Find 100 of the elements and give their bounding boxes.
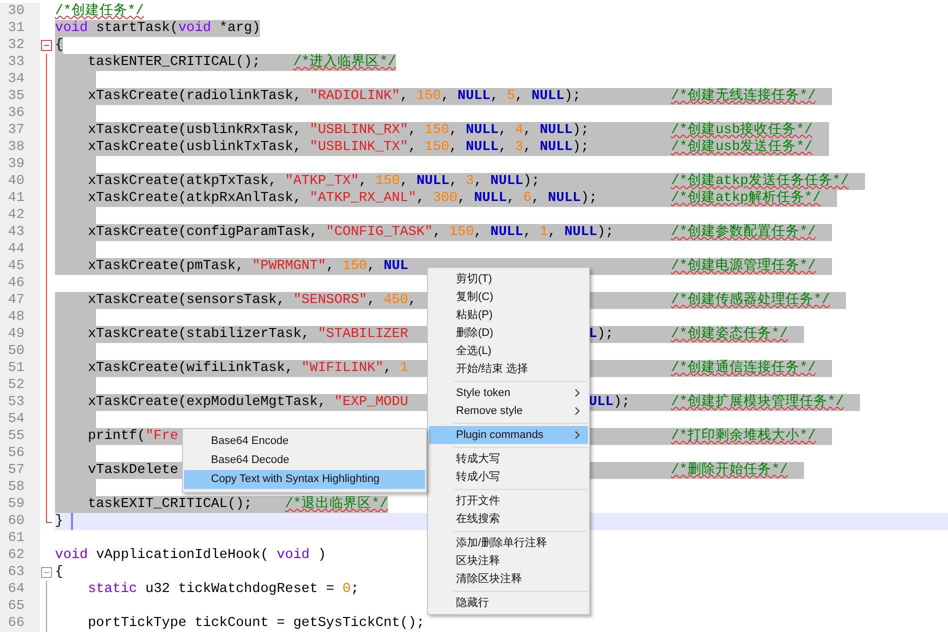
menu-item[interactable]: 添加/删除单行注释 xyxy=(429,534,588,552)
line-number: 48 xyxy=(0,309,40,326)
code-comment: /*创建atkp发送任务任务*/ xyxy=(671,173,850,190)
chevron-right-icon xyxy=(575,389,580,397)
menu-item[interactable]: 删除(D) xyxy=(429,324,588,342)
line-number: 42 xyxy=(0,207,40,224)
code-text: xTaskCreate(pmTask, "PWRMGNT", 150, NUL xyxy=(88,259,408,274)
menu-item[interactable]: 转成小写 xyxy=(429,468,588,486)
text-cursor xyxy=(71,513,74,530)
line-number: 59 xyxy=(0,496,40,513)
code-text: taskENTER_CRITICAL(); /*进入临界区*/ xyxy=(88,55,396,70)
code-comment: /*删除开始任务*/ xyxy=(671,462,789,479)
menu-item[interactable]: Remove style xyxy=(429,402,588,420)
line-number: 61 xyxy=(0,530,40,547)
code-text: static u32 tickWatchdogReset = 0; xyxy=(88,582,359,597)
line-number: 39 xyxy=(0,156,40,173)
line-number: 45 xyxy=(0,258,40,275)
line-number: 32 xyxy=(0,37,40,54)
code-text: vTaskDelete xyxy=(88,463,178,478)
code-text: xTaskCreate(sensorsTask, "SENSORS", 450, xyxy=(88,293,416,308)
line-number: 64 xyxy=(0,581,40,598)
line-number: 33 xyxy=(0,54,40,71)
line-number: 36 xyxy=(0,105,40,122)
code-comment: /*创建参数配置任务*/ xyxy=(671,224,817,241)
code-comment: /*创建无线连接任务*/ xyxy=(671,88,817,105)
line-number: 43 xyxy=(0,224,40,241)
line-number: 34 xyxy=(0,71,40,88)
line-number: 40 xyxy=(0,173,40,190)
line-number: 56 xyxy=(0,445,40,462)
code-comment: /*创建通信连接任务*/ xyxy=(671,360,817,377)
code-text: } xyxy=(55,514,64,529)
code-text: xTaskCreate(stabilizerTask, "STABILIZER xyxy=(88,327,408,342)
code-text: xTaskCreate(expModuleMgtTask, "EXP_MODU xyxy=(88,395,408,410)
code-comment: /*创建atkp解析任务*/ xyxy=(671,190,822,207)
line-number: 63 xyxy=(0,564,40,581)
line-number: 53 xyxy=(0,394,40,411)
line-number: 31 xyxy=(0,20,40,37)
menu-item[interactable]: 复制(C) xyxy=(429,288,588,306)
line-number: 49 xyxy=(0,326,40,343)
menu-item[interactable]: 剪切(T) xyxy=(429,270,588,288)
code-text: xTaskCreate(usblinkRxTask, "USBLINK_RX", 150, NULL, 4, NULL); xyxy=(88,123,589,138)
line-number: 44 xyxy=(0,241,40,258)
code-comment: /*创建usb发送任务*/ xyxy=(671,139,814,156)
line-number: 60 xyxy=(0,513,40,530)
menu-item[interactable]: 清除区块注释 xyxy=(429,570,588,588)
line-number: 46 xyxy=(0,275,40,292)
line-number: 66 xyxy=(0,615,40,632)
code-text: xTaskCreate(usblinkTxTask, "USBLINK_TX", 150, NULL, 3, NULL); xyxy=(88,140,589,155)
code-text: printf("Fre xyxy=(88,429,178,444)
line-number: 52 xyxy=(0,377,40,394)
code-text: ULL); xyxy=(588,395,630,410)
menu-item[interactable]: 粘贴(P) xyxy=(429,306,588,324)
code-text: taskEXIT_CRITICAL(); /*退出临界区*/ xyxy=(88,497,388,512)
code-text: xTaskCreate(atkpTxTask, "ATKP_TX", 150, NULL, 3, NULL); xyxy=(88,174,540,189)
line-number: 55 xyxy=(0,428,40,445)
line-number: 30 xyxy=(0,3,40,20)
chevron-right-icon xyxy=(575,407,580,415)
code-text: void startTask(void *arg) xyxy=(55,21,260,36)
menu-item[interactable]: 开始/结束 选择 xyxy=(429,360,588,378)
menu-item[interactable]: Copy Text with Syntax Highlighting xyxy=(184,470,425,489)
line-number: 35 xyxy=(0,88,40,105)
line-number: 58 xyxy=(0,479,40,496)
menu-item[interactable]: 转成大写 xyxy=(429,450,588,468)
code-text: { xyxy=(55,38,64,53)
code-comment: /*创建usb接收任务*/ xyxy=(671,122,814,138)
line-number: 38 xyxy=(0,139,40,156)
code-text: void vApplicationIdleHook( void ) xyxy=(55,548,326,563)
code-text: xTaskCreate(wifiLinkTask, "WIFILINK", 1 xyxy=(88,361,408,376)
menu-item[interactable]: 在线搜索 xyxy=(429,510,588,528)
code-text: { xyxy=(55,565,64,580)
fold-toggle-icon[interactable] xyxy=(41,567,52,578)
chevron-right-icon xyxy=(575,431,580,439)
code-comment: /*创建姿态任务*/ xyxy=(671,326,789,343)
menu-item[interactable]: Plugin commands xyxy=(429,426,588,444)
line-number: 50 xyxy=(0,343,40,360)
menu-item[interactable]: 全选(L) xyxy=(429,342,588,360)
menu-item[interactable]: Style token xyxy=(429,384,588,402)
line-number: 51 xyxy=(0,360,40,377)
line-number: 62 xyxy=(0,547,40,564)
menu-item[interactable]: 区块注释 xyxy=(429,552,588,570)
menu-item[interactable]: 打开文件 xyxy=(429,492,588,510)
code-comment: /*打印剩余堆栈大小*/ xyxy=(671,428,817,445)
code-text: L); xyxy=(588,327,614,342)
code-comment: /*创建电源管理任务*/ xyxy=(671,258,817,275)
code-comment: /*创建扩展模块管理任务*/ xyxy=(671,394,845,411)
menu-item[interactable]: Base64 Decode xyxy=(184,451,425,470)
fold-toggle-icon[interactable] xyxy=(41,40,52,51)
code-text: xTaskCreate(atkpRxAnlTask, "ATKP_RX_ANL", 300, NULL, 6, NULL); xyxy=(88,191,598,206)
code-comment: /*创建传感器处理任务*/ xyxy=(671,292,831,309)
menu-item[interactable]: Base64 Encode xyxy=(184,432,425,451)
code-text: portTickType tickCount = getSysTickCnt(); xyxy=(88,616,425,631)
menu-item[interactable]: 隐藏行 xyxy=(429,594,588,612)
line-number: 37 xyxy=(0,122,40,139)
line-number: 57 xyxy=(0,462,40,479)
line-number: 54 xyxy=(0,411,40,428)
line-number: 47 xyxy=(0,292,40,309)
line-number: 65 xyxy=(0,598,40,615)
code-text: xTaskCreate(configParamTask, "CONFIG_TASK", 150, NULL, 1, NULL); xyxy=(88,225,614,240)
code-text: /*创建任务*/ xyxy=(55,4,144,19)
code-text: xTaskCreate(radiolinkTask, "RADIOLINK", 150, NULL, 5, NULL); xyxy=(88,89,581,104)
